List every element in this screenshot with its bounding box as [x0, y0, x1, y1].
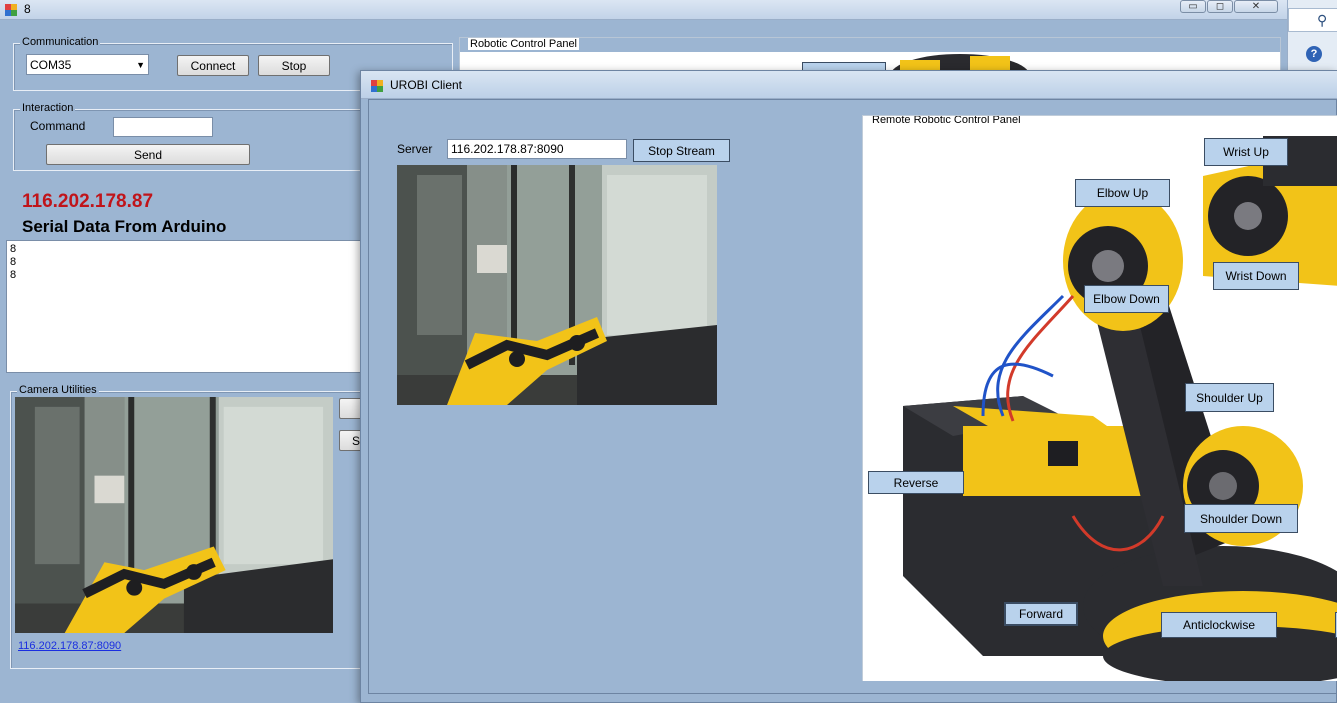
client-app-icon — [370, 79, 384, 93]
server-label: Server — [397, 142, 433, 156]
shoulder-up-button[interactable]: Shoulder Up — [1185, 383, 1274, 412]
interaction-legend: Interaction — [20, 102, 76, 114]
send-button[interactable]: Send — [46, 144, 250, 165]
background-window-strip: ⚲ ? — [1287, 0, 1337, 70]
camera-stream-link[interactable]: 116.202.178.87:8090 — [18, 640, 121, 652]
command-label: Command — [30, 119, 86, 133]
serial-line: 8 — [10, 243, 17, 255]
serial-line: 8 — [10, 256, 17, 268]
serial-data-textbox[interactable]: 8 8 8 — [6, 240, 366, 373]
stop-stream-button[interactable]: Stop Stream — [633, 139, 730, 162]
ip-address-text: 116.202.178.87 — [22, 191, 154, 212]
serial-heading: Serial Data From Arduino — [22, 217, 227, 236]
help-icon[interactable]: ? — [1306, 46, 1322, 62]
remote-robotic-control-panel: Remote Robotic Control Panel Wrist Up El… — [862, 115, 1337, 681]
search-icon[interactable]: ⚲ — [1317, 12, 1327, 29]
reverse-button[interactable]: Reverse — [868, 471, 964, 494]
wrist-down-button[interactable]: Wrist Down — [1213, 262, 1299, 290]
app-icon — [4, 3, 18, 17]
wrist-up-button[interactable]: Wrist Up — [1204, 138, 1288, 166]
com-port-value: COM35 — [30, 57, 72, 72]
main-title-bar: 8 ▭ ◻ ✕ — [0, 0, 1337, 20]
remote-panel-legend: Remote Robotic Control Panel — [870, 115, 1023, 126]
com-port-select[interactable]: COM35 ▼ — [26, 54, 149, 75]
stop-button[interactable]: Stop — [258, 55, 330, 76]
client-content-frame: Server 116.202.178.87:8090 Stop Stream R… — [368, 99, 1337, 694]
server-address-input[interactable]: 116.202.178.87:8090 — [447, 139, 627, 159]
connect-button[interactable]: Connect — [177, 55, 249, 76]
close-button[interactable]: ✕ — [1234, 0, 1278, 13]
local-camera-feed — [15, 397, 333, 633]
robotic-panel-legend: Robotic Control Panel — [468, 38, 580, 50]
main-window-title: 8 — [24, 2, 31, 16]
client-title-bar: UROBI Client — [361, 71, 1337, 99]
search-box: ⚲ — [1288, 8, 1337, 32]
command-input[interactable] — [113, 117, 213, 137]
minimize-button[interactable]: ▭ — [1180, 0, 1206, 13]
elbow-down-button[interactable]: Elbow Down — [1084, 285, 1169, 313]
maximize-button[interactable]: ◻ — [1207, 0, 1233, 13]
shoulder-down-button[interactable]: Shoulder Down — [1184, 504, 1298, 533]
communication-legend: Communication — [20, 36, 101, 48]
client-window-title: UROBI Client — [390, 78, 463, 92]
urobi-client-window: UROBI Client Server 116.202.178.87:8090 … — [360, 70, 1337, 703]
camera-utilities-legend: Camera Utilities — [17, 384, 99, 396]
serial-line: 8 — [10, 269, 17, 281]
chevron-down-icon[interactable]: ▼ — [136, 60, 145, 70]
elbow-up-button[interactable]: Elbow Up — [1075, 179, 1170, 207]
forward-button[interactable]: Forward — [1004, 602, 1078, 626]
anticlockwise-button[interactable]: Anticlockwise — [1161, 612, 1277, 638]
remote-camera-feed — [397, 165, 717, 405]
